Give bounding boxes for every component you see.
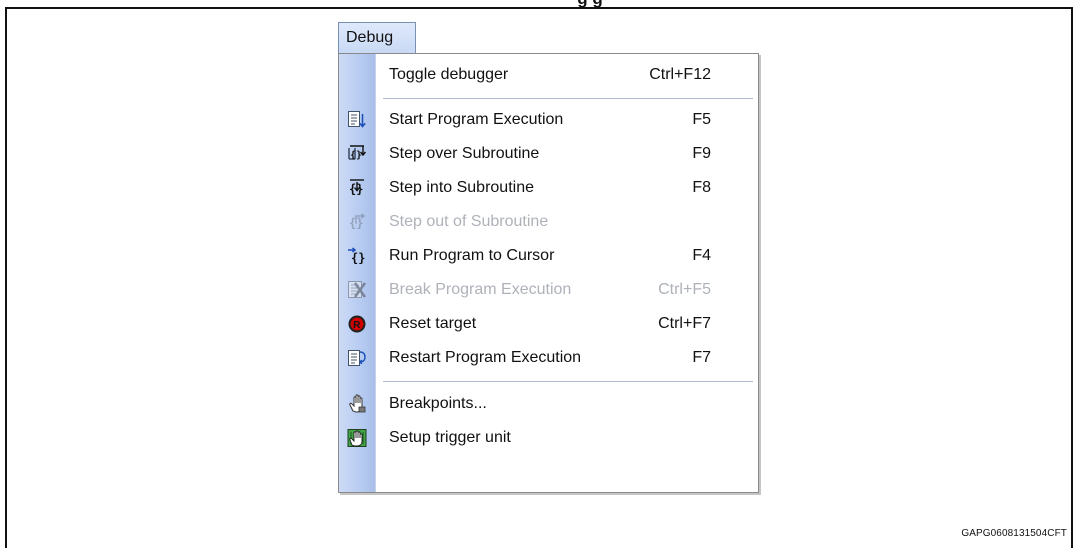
step-over-icon: {} [347,144,367,164]
menu-item-label: Run Program to Cursor [389,247,555,264]
menu-item-label: Reset target [389,315,477,332]
menu-item-label: Start Program Execution [389,111,564,128]
setup-trigger-unit-icon [347,428,367,448]
menu-separator [383,381,753,382]
reset-target-icon: R [347,314,367,334]
menu-item-label: Restart Program Execution [389,349,582,366]
menu-item-label: Setup trigger unit [389,429,511,446]
menu-item-breakpoints[interactable]: Breakpoints... [339,387,758,421]
menu-item-run-program-to-cursor[interactable]: {} Run Program to Cursor F4 [339,239,758,273]
menu-item-start-program-execution[interactable]: Start Program Execution F5 [339,103,758,137]
debug-menu-label: Debug [346,29,394,46]
menu-separator [383,98,753,99]
breakpoints-icon [347,394,367,414]
menu-item-label: Step over Subroutine [389,145,540,162]
break-execution-icon [347,280,367,300]
menu-item-toggle-debugger[interactable]: Toggle debugger Ctrl+F12 [339,58,758,92]
menu-item-label: Break Program Execution [389,281,572,298]
menu-item-shortcut: F9 [692,145,711,162]
menu-item-setup-trigger-unit[interactable]: Setup trigger unit [339,421,758,455]
menu-item-shortcut: F5 [692,111,711,128]
restart-execution-icon [347,348,367,368]
step-into-icon: {} [347,178,367,198]
menu-item-shortcut: F8 [692,179,711,196]
menu-item-step-into-subroutine[interactable]: {} Step into Subroutine F8 [339,171,758,205]
menu-item-label: Breakpoints... [389,395,487,412]
menu-item-shortcut: Ctrl+F7 [658,315,711,332]
svg-text:R: R [353,320,361,331]
debug-menu-title[interactable]: Debug [338,22,416,54]
figure-caption: GAPG0608131504CFT [961,528,1067,539]
menu-item-label: Step out of Subroutine [389,213,549,230]
figure-page: g g Debug Toggle debugger Ctrl+F12 Start… [0,0,1080,548]
menu-item-label: Step into Subroutine [389,179,534,196]
menu-item-shortcut: F7 [692,349,711,366]
svg-text:{}: {} [351,251,365,265]
menu-item-label: Toggle debugger [389,66,509,83]
step-out-icon: {} [347,212,367,232]
debug-menu-panel: Toggle debugger Ctrl+F12 Start Program E… [338,53,759,493]
menu-item-break-program-execution[interactable]: Break Program Execution Ctrl+F5 [339,273,758,307]
svg-text:{}: {} [350,150,362,161]
menu-item-reset-target[interactable]: R Reset target Ctrl+F7 [339,307,758,341]
menu-item-step-out-of-subroutine[interactable]: {} Step out of Subroutine [339,205,758,239]
start-execution-icon [347,110,367,130]
run-to-cursor-icon: {} [347,246,367,266]
menu-item-shortcut: Ctrl+F12 [649,66,711,83]
menu-item-step-over-subroutine[interactable]: {} Step over Subroutine F9 [339,137,758,171]
menu-item-restart-program-execution[interactable]: Restart Program Execution F7 [339,341,758,375]
menu-item-shortcut: Ctrl+F5 [658,281,711,298]
menu-item-shortcut: F4 [692,247,711,264]
